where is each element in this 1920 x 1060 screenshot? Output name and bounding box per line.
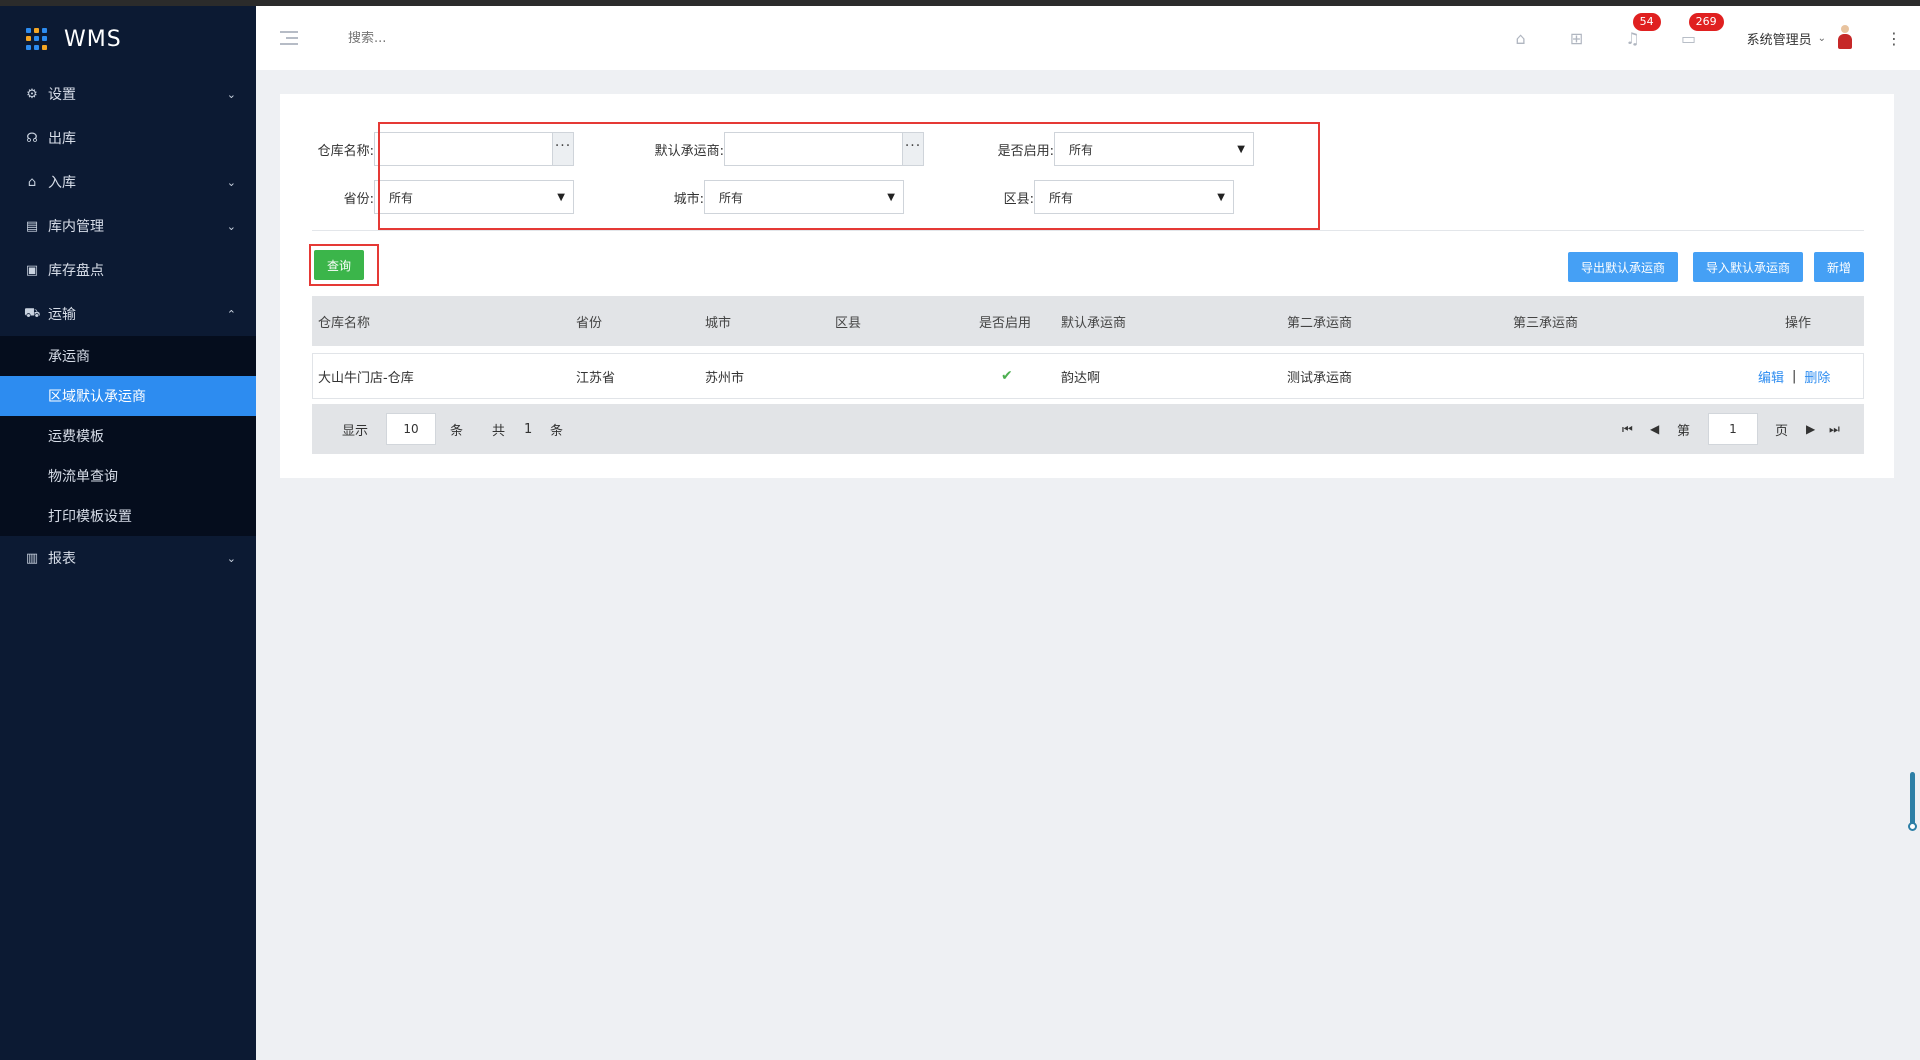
chevron-down-icon: ⌄ [226,87,236,101]
sidebar-item-warehouse-management[interactable]: ▤ 库内管理 ⌄ [0,204,256,248]
brand[interactable]: WMS [0,6,256,72]
sidebar-item-reports[interactable]: ▥ 报表 ⌄ [0,536,256,580]
bar-chart-icon: ▥ [25,550,39,566]
home-icon: ⌂ [27,174,37,190]
column-header: 第二承运商 [1287,315,1353,331]
table-header: 仓库名称 省份 城市 区县 是否启用 默认承运商 第二承运商 第三承运商 操作 [312,296,1864,346]
total-count: 1 [524,421,533,437]
main-panel: 仓库名称: ··· 默认承运商: ··· 是否启用: 所有 ▼ 省份: 所有 ▼… [280,94,1894,478]
transport-submenu: 承运商 区域默认承运商 运费模板 物流单查询 打印模板设置 [0,336,256,536]
sidebar-item-transport[interactable]: ⛟ 运输 ⌃ [0,292,256,336]
column-header: 默认承运商 [1061,315,1127,331]
chevron-down-icon: ⌄ [226,219,236,233]
query-button[interactable]: 查询 [314,250,364,280]
home-icon[interactable]: ⌂ [1493,29,1549,48]
total-label: 共 [492,423,506,439]
truck-icon: ⛟ [24,305,41,321]
scrollbar-thumb[interactable] [1910,772,1915,826]
next-page-icon[interactable]: ▶ [1806,404,1815,454]
enabled-check-icon: ✔ [1001,368,1013,384]
sidebar: WMS ⚙ 设置 ⌄ ☊ 出库 ⌂ 入库 ⌄ ▤ 库内管理 ⌄ ▣ 库存盘点 ⛟… [0,6,256,1060]
chevron-down-icon: ⌄ [1817,32,1826,44]
delete-link[interactable]: 删除 [1804,367,1830,386]
sidebar-item-inbound[interactable]: ⌂ 入库 ⌄ [0,160,256,204]
last-page-icon[interactable]: ⏭ [1829,404,1840,454]
page-number-input[interactable]: 1 [1708,413,1758,445]
column-header: 第三承运商 [1513,315,1579,331]
sidebar-item-settings[interactable]: ⚙ 设置 ⌄ [0,72,256,116]
column-header: 省份 [576,315,603,331]
sidebar-item-label: 入库 [48,175,76,191]
search-input[interactable] [348,30,648,46]
user-menu[interactable]: 系统管理员 ⌄ [1747,25,1854,51]
sidebar-item-freight-template[interactable]: 运费模板 [0,416,256,456]
sidebar-item-label: 运输 [48,307,76,323]
sidebar-item-outbound[interactable]: ☊ 出库 [0,116,256,160]
notification-badge: 54 [1632,12,1661,31]
column-header: 仓库名称 [318,315,371,331]
warehouse-name-label: 仓库名称: [317,143,374,159]
printer-icon: ▤ [25,218,39,234]
province-cell: 江苏省 [576,370,616,386]
action-separator: | [1792,368,1797,384]
total-unit: 条 [550,423,564,439]
headset-icon: ☊ [26,130,38,146]
table-row[interactable]: 大山牛门店-仓库 江苏省 苏州市 ✔ 韵达啊 测试承运商 编辑 | 删除 [312,353,1864,399]
sidebar-item-label: 库存盘点 [48,263,104,279]
default-carrier-cell: 韵达啊 [1061,370,1101,386]
page-unit: 页 [1775,423,1789,439]
top-header: ⌂ ⊞ ♫ 54 ▭ 269 系统管理员 ⌄ ⋮ [256,6,1920,70]
warehouse-cell: 大山牛门店-仓库 [318,370,414,386]
city-cell: 苏州市 [705,370,745,386]
sidebar-item-regional-default-carrier[interactable]: 区域默认承运商 [0,376,256,416]
sidebar-item-print-template-settings[interactable]: 打印模板设置 [0,496,256,536]
scrollbar-handle[interactable] [1908,822,1917,831]
menu-toggle-icon[interactable] [280,31,298,45]
apps-grid-icon[interactable]: ⊞ [1549,29,1605,48]
column-header: 操作 [1785,315,1812,331]
import-default-carrier-button[interactable]: 导入默认承运商 [1693,252,1803,282]
edit-link[interactable]: 编辑 [1758,367,1784,386]
sidebar-item-label: 库内管理 [48,219,104,235]
avatar [1836,25,1854,51]
export-default-carrier-button[interactable]: 导出默认承运商 [1568,252,1678,282]
message-icon[interactable]: ▭ 269 [1661,12,1724,48]
sidebar-item-carriers[interactable]: 承运商 [0,336,256,376]
more-vertical-icon[interactable]: ⋮ [1874,29,1914,48]
user-name: 系统管理员 [1746,32,1812,48]
page-label: 第 [1677,423,1691,439]
sidebar-item-waybill-query[interactable]: 物流单查询 [0,456,256,496]
sidebar-item-inventory-count[interactable]: ▣ 库存盘点 [0,248,256,292]
app-title: WMS [64,26,122,52]
page-size-input[interactable]: 10 [386,413,436,445]
sidebar-item-label: 报表 [48,551,76,567]
show-label: 显示 [342,423,369,439]
sidebar-item-label: 出库 [48,131,76,147]
rows-unit: 条 [450,423,464,439]
filter-highlight-box [378,122,1320,230]
gear-icon: ⚙ [26,86,38,102]
add-button[interactable]: 新增 [1814,252,1864,282]
page-size-field: 10 [386,404,436,454]
pagination-bar: 显示 10 条 共 1 条 ⏮ ◀ 第 1 页 ▶ ⏭ [312,404,1864,454]
sidebar-item-label: 设置 [48,87,76,103]
message-badge: 269 [1688,12,1724,31]
chevron-down-icon: ⌄ [226,551,236,565]
column-header: 区县 [835,315,862,331]
chevron-up-icon: ⌃ [226,307,236,321]
column-header: 城市 [705,315,732,331]
province-label: 省份: [343,191,374,207]
app-grid-logo-icon [26,28,48,50]
page-number-field: 1 [1708,404,1758,454]
column-header: 是否启用 [979,315,1032,331]
actions-cell: 编辑 | 删除 [1758,354,1830,398]
divider [312,230,1864,231]
second-carrier-cell: 测试承运商 [1287,370,1353,386]
first-page-icon[interactable]: ⏮ [1622,404,1633,454]
inventory-icon: ▣ [25,262,39,278]
chevron-down-icon: ⌄ [226,175,236,189]
bell-icon[interactable]: ♫ 54 [1605,12,1661,48]
prev-page-icon[interactable]: ◀ [1650,404,1659,454]
